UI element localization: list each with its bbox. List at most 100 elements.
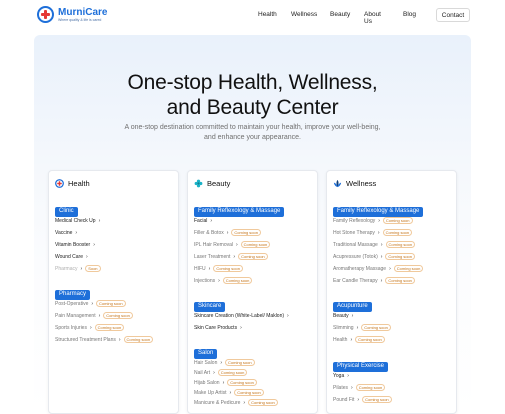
- list-item[interactable]: Skincare Creation (White-Label/ Maklon) ›: [194, 312, 289, 319]
- coming-soon-badge: Coming soon: [103, 312, 133, 319]
- nav-health[interactable]: Health: [258, 11, 277, 18]
- medical-cross-icon: [37, 6, 54, 23]
- chevron-right-icon: ›: [93, 241, 95, 248]
- chevron-right-icon: ›: [357, 396, 360, 403]
- list-item[interactable]: Sports Injuries › Coming soon: [55, 324, 125, 331]
- chevron-right-icon: ›: [240, 324, 242, 331]
- nav-blog[interactable]: Blog: [403, 11, 416, 18]
- coming-soon-badge: Coming soon: [248, 399, 278, 406]
- list-item[interactable]: Skin Care Products ›: [194, 324, 242, 331]
- list-item[interactable]: Vaccine ›: [55, 229, 77, 236]
- coming-soon-badge: Coming soon: [238, 253, 268, 260]
- chevron-right-icon: ›: [89, 324, 92, 331]
- beauty-card-header: Beauty: [194, 179, 230, 188]
- list-item[interactable]: Vitamin Booster ›: [55, 241, 95, 248]
- hero-subtitle: A one-stop destination committed to main…: [124, 124, 381, 141]
- top-navbar: MurniCare Where quality & life is cared …: [0, 0, 505, 32]
- chevron-right-icon: ›: [220, 359, 223, 366]
- list-item[interactable]: Manicure & Pedicure › Coming soon: [194, 399, 278, 406]
- list-item[interactable]: Pilates › Coming soon: [333, 384, 386, 391]
- nav-wellness[interactable]: Wellness: [291, 11, 317, 18]
- chevron-right-icon: ›: [229, 389, 232, 396]
- nav-beauty[interactable]: Beauty: [330, 11, 350, 18]
- flower-icon: [194, 179, 203, 188]
- coming-soon-badge: Coming soon: [231, 229, 261, 236]
- coming-soon-badge: Coming soon: [227, 379, 257, 386]
- list-item[interactable]: Acupressure (Totok) › Coming soon: [333, 253, 415, 260]
- coming-soon-badge: Coming soon: [213, 265, 243, 272]
- chevron-right-icon: ›: [222, 379, 225, 386]
- list-item[interactable]: Pound Fit › Coming soon: [333, 396, 392, 403]
- chevron-right-icon: ›: [287, 312, 289, 319]
- list-item[interactable]: Post-Operative › Coming soon: [55, 300, 126, 307]
- coming-soon-badge: Coming soon: [362, 396, 392, 403]
- list-item[interactable]: Pain Management › Coming soon: [55, 312, 133, 319]
- coming-soon-badge: Coming soon: [355, 384, 386, 391]
- chevron-right-icon: ›: [208, 265, 211, 272]
- list-item[interactable]: Beauty ›: [333, 312, 353, 319]
- list-item[interactable]: IPL Hair Removal › Coming soon: [194, 241, 271, 248]
- list-item[interactable]: Aromatherapy Massage › Coming soon: [333, 265, 424, 272]
- list-item[interactable]: Slimming › Coming soon: [333, 324, 391, 331]
- list-item[interactable]: Nail Art › Coming soon: [194, 369, 248, 376]
- contact-button[interactable]: Contact: [436, 8, 470, 22]
- chevron-right-icon: ›: [226, 229, 229, 236]
- skincare-group: Skincare: [194, 294, 226, 312]
- chevron-right-icon: ›: [350, 336, 353, 343]
- wellness-card-header: Wellness: [333, 179, 376, 188]
- coming-soon-badge: Coming soon: [225, 359, 255, 366]
- hero-title: One-stop Health, Wellness, and Beauty Ce…: [127, 71, 378, 119]
- salon-group: Salon: [194, 341, 218, 359]
- list-item[interactable]: Injections › Coming soon: [194, 277, 253, 284]
- chevron-right-icon: ›: [378, 217, 380, 224]
- wellness-card-title: Wellness: [346, 179, 377, 188]
- chevron-right-icon: ›: [210, 217, 213, 224]
- list-item[interactable]: Structured Treatment Plans › Coming soon: [55, 336, 154, 343]
- wellness-card: Wellness Family Reflexology & Massage Fa…: [326, 170, 457, 414]
- list-item[interactable]: Laser Treatment › Coming soon: [194, 253, 268, 260]
- list-item[interactable]: Traditional Massage › Coming soon: [333, 241, 416, 248]
- coming-soon-badge: Coming soon: [94, 324, 125, 331]
- exercise-group: Physical Exercise: [333, 354, 389, 372]
- list-item[interactable]: Ear Candle Therapy › Coming soon: [333, 277, 415, 284]
- brand-tagline: Where quality & life is cared: [58, 17, 102, 22]
- physical-exercise-pill: Physical Exercise: [333, 362, 389, 372]
- health-card: Health Clinic Medical Check Up › Vaccine ›…: [48, 170, 179, 414]
- list-item[interactable]: Pharmacy › Soon: [55, 265, 101, 272]
- list-item[interactable]: Wound Care ›: [55, 253, 88, 260]
- chevron-right-icon: ›: [98, 217, 101, 224]
- coming-soon-badge: Coming soon: [361, 324, 391, 331]
- list-item[interactable]: HIFU › Coming soon: [194, 265, 243, 272]
- brand-logo[interactable]: MurniCare Where quality & life is cared: [37, 6, 107, 23]
- coming-soon-badge: Coming soon: [123, 336, 154, 343]
- chevron-right-icon: ›: [377, 229, 380, 236]
- list-item[interactable]: Health › Coming soon: [333, 336, 385, 343]
- list-item[interactable]: Make Up Artist › Coming soon: [194, 389, 264, 396]
- chevron-right-icon: ›: [80, 265, 83, 272]
- chevron-right-icon: ›: [356, 324, 359, 331]
- pharmacy-pill: Pharmacy: [55, 290, 91, 300]
- chevron-right-icon: ›: [351, 384, 353, 391]
- clinic-pill: Clinic: [55, 207, 78, 217]
- chevron-right-icon: ›: [380, 277, 383, 284]
- list-item[interactable]: Hair Salon › Coming soon: [194, 359, 255, 366]
- list-item[interactable]: Family Reflexology › Coming soon: [333, 217, 413, 224]
- list-item[interactable]: Medical Check Up ›: [55, 217, 100, 224]
- chevron-right-icon: ›: [380, 241, 383, 248]
- health-card-title: Health: [68, 179, 90, 188]
- wellness-family-group: Family Reflexology & Massage: [333, 199, 424, 217]
- list-item[interactable]: Hot Stone Therapy › Coming soon: [333, 229, 413, 236]
- chevron-right-icon: ›: [91, 300, 94, 307]
- list-item[interactable]: Filler & Botox › Coming soon: [194, 229, 261, 236]
- coming-soon-badge: Coming soon: [217, 369, 248, 376]
- list-item[interactable]: Yoga ›: [333, 372, 349, 379]
- chevron-right-icon: ›: [98, 312, 101, 319]
- coming-soon-badge: Coming soon: [385, 277, 415, 284]
- coming-soon-badge: Coming soon: [382, 229, 413, 236]
- coming-soon-badge: Coming soon: [234, 389, 264, 396]
- nav-about-us[interactable]: About Us: [364, 11, 381, 25]
- beauty-card-title: Beauty: [207, 179, 231, 188]
- list-item[interactable]: Hijab Salon › Coming soon: [194, 379, 257, 386]
- beauty-card: Beauty Family Reflexology & Massage Faci…: [187, 170, 318, 414]
- list-item[interactable]: Facial ›: [194, 217, 212, 224]
